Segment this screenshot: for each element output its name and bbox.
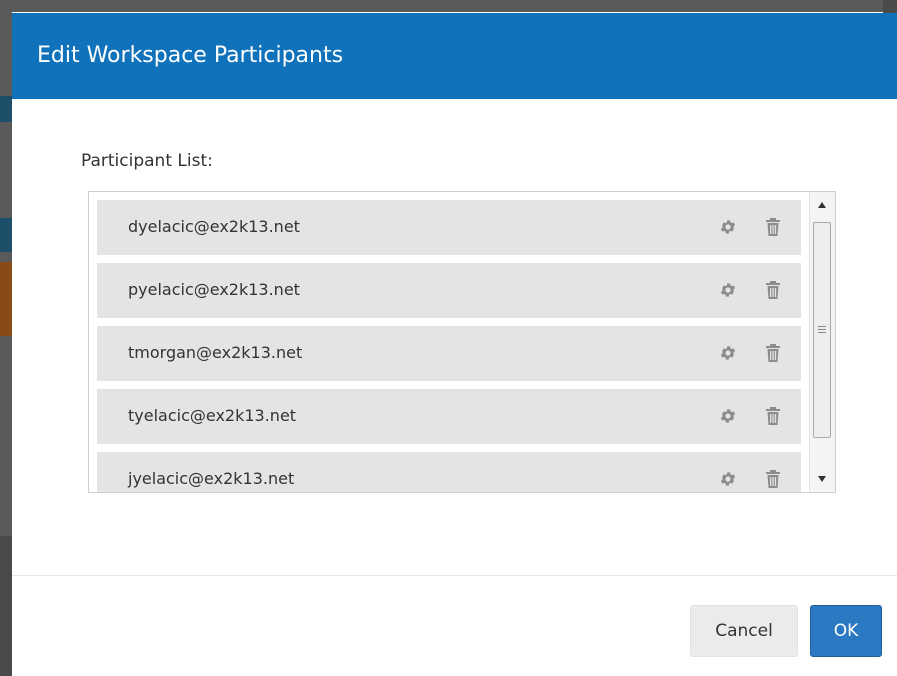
gear-icon[interactable] (719, 407, 737, 425)
background-page-top (0, 0, 897, 12)
scroll-down-arrow-icon[interactable] (817, 475, 827, 483)
participant-row: pyelacic@ex2k13.net (97, 263, 801, 318)
trash-icon[interactable] (765, 407, 781, 425)
dialog-title: Edit Workspace Participants (37, 43, 344, 68)
participant-email: tmorgan@ex2k13.net (128, 343, 303, 362)
participant-email: dyelacic@ex2k13.net (128, 217, 300, 236)
ok-button[interactable]: OK (810, 605, 882, 657)
background-strip (0, 536, 12, 676)
participant-row: tmorgan@ex2k13.net (97, 326, 801, 381)
participant-row: tyelacic@ex2k13.net (97, 389, 801, 444)
scroll-up-arrow-icon[interactable] (817, 201, 827, 209)
background-page-left (0, 0, 12, 676)
background-strip (0, 262, 12, 336)
participant-row: dyelacic@ex2k13.net (97, 200, 801, 255)
dialog-header: Edit Workspace Participants (12, 13, 897, 99)
gear-icon[interactable] (719, 344, 737, 362)
participant-list[interactable]: dyelacic@ex2k13.net pyelacic@ex2k13.net … (88, 191, 836, 493)
participant-row: jyelacic@ex2k13.net (97, 452, 801, 492)
grip-icon (818, 326, 826, 333)
participant-email: tyelacic@ex2k13.net (128, 406, 297, 425)
background-strip (0, 218, 12, 252)
participant-list-label: Participant List: (81, 151, 213, 171)
participant-email: jyelacic@ex2k13.net (128, 469, 295, 488)
scrollbar-thumb[interactable] (813, 222, 831, 438)
background-strip (0, 96, 12, 122)
list-scrollbar[interactable] (809, 192, 835, 492)
trash-icon[interactable] (765, 470, 781, 488)
trash-icon[interactable] (765, 344, 781, 362)
edit-participants-dialog: Edit Workspace Participants Participant … (12, 13, 897, 676)
participant-email: pyelacic@ex2k13.net (128, 280, 300, 299)
trash-icon[interactable] (765, 281, 781, 299)
trash-icon[interactable] (765, 218, 781, 236)
footer-divider (12, 575, 897, 576)
gear-icon[interactable] (719, 470, 737, 488)
gear-icon[interactable] (719, 281, 737, 299)
cancel-button[interactable]: Cancel (690, 605, 798, 657)
gear-icon[interactable] (719, 218, 737, 236)
